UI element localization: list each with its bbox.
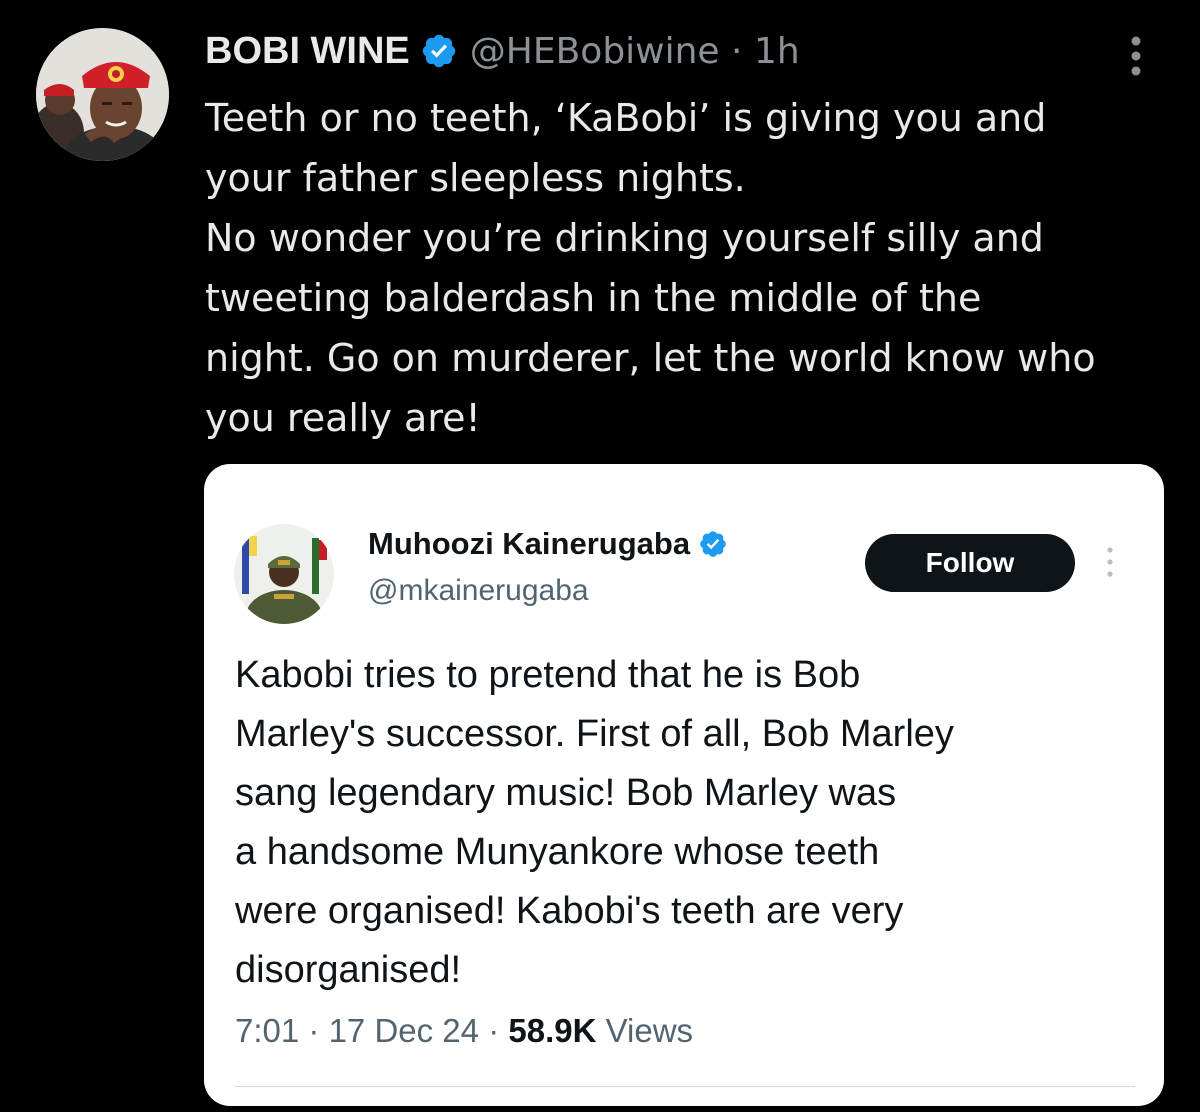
tweet-time[interactable]: 1h: [754, 31, 800, 72]
views-label: Views: [605, 1012, 694, 1049]
quoted-tweet-text: Kabobi tries to pretend that he is Bob M…: [235, 646, 1140, 1000]
tweet-text-line: tweeting balderdash in the middle of the: [205, 276, 982, 320]
views-count: 58.9K: [508, 1012, 597, 1049]
more-vertical-icon[interactable]: [1102, 544, 1118, 580]
separator-dot: ·: [731, 30, 743, 72]
quoted-tweet-card[interactable]: Muhoozi Kainerugaba @mkainerugaba Follow…: [204, 464, 1164, 1106]
author-handle[interactable]: @HEBobiwine: [470, 31, 720, 72]
quoted-time[interactable]: 7:01: [235, 1012, 299, 1049]
quoted-text-line: Marley's successor. First of all, Bob Ma…: [235, 713, 954, 755]
tweet-text-line: night. Go on murderer, let the world kno…: [205, 336, 1096, 380]
tweet-text-line: Teeth or no teeth, ‘KaBobi’ is giving yo…: [205, 96, 1047, 140]
quoted-author-display-name[interactable]: Muhoozi Kainerugaba: [368, 526, 690, 562]
tweet: BOBI WINE @HEBobiwine · 1h Teeth or no t…: [0, 0, 1200, 1112]
tweet-text-line: your father sleepless nights.: [205, 156, 746, 200]
quoted-author-avatar[interactable]: [234, 524, 334, 624]
more-vertical-icon[interactable]: [1124, 32, 1148, 80]
quoted-text-line: Kabobi tries to pretend that he is Bob: [235, 654, 861, 696]
separator-dot: ·: [308, 1012, 320, 1049]
author-display-name[interactable]: BOBI WINE: [205, 30, 410, 73]
quoted-date[interactable]: 17 Dec 24: [329, 1012, 479, 1049]
divider: [235, 1086, 1135, 1087]
quoted-text-line: sang legendary music! Bob Marley was: [235, 772, 897, 814]
quoted-author-handle[interactable]: @mkainerugaba: [368, 574, 589, 608]
author-handle-time: @HEBobiwine · 1h: [470, 31, 800, 72]
tweet-text-line: you really are!: [205, 396, 481, 440]
quoted-tweet-meta: 7:01 · 17 Dec 24 · 58.9K Views: [235, 1012, 693, 1050]
tweet-header: BOBI WINE @HEBobiwine · 1h: [205, 26, 800, 76]
tweet-text-line: No wonder you’re drinking yourself silly…: [205, 216, 1044, 260]
quoted-author-name-row: Muhoozi Kainerugaba: [368, 526, 728, 562]
quoted-text-line: disorganised!: [235, 949, 462, 991]
quoted-text-line: were organised! Kabobi's teeth are very: [235, 890, 904, 932]
follow-button[interactable]: Follow: [865, 534, 1075, 592]
tweet-text: Teeth or no teeth, ‘KaBobi’ is giving yo…: [205, 88, 1180, 448]
author-avatar[interactable]: [36, 28, 169, 161]
quoted-text-line: a handsome Munyankore whose teeth: [235, 831, 880, 873]
verified-badge-icon: [420, 32, 458, 70]
verified-badge-icon: [698, 529, 728, 559]
separator-dot: ·: [488, 1012, 500, 1049]
